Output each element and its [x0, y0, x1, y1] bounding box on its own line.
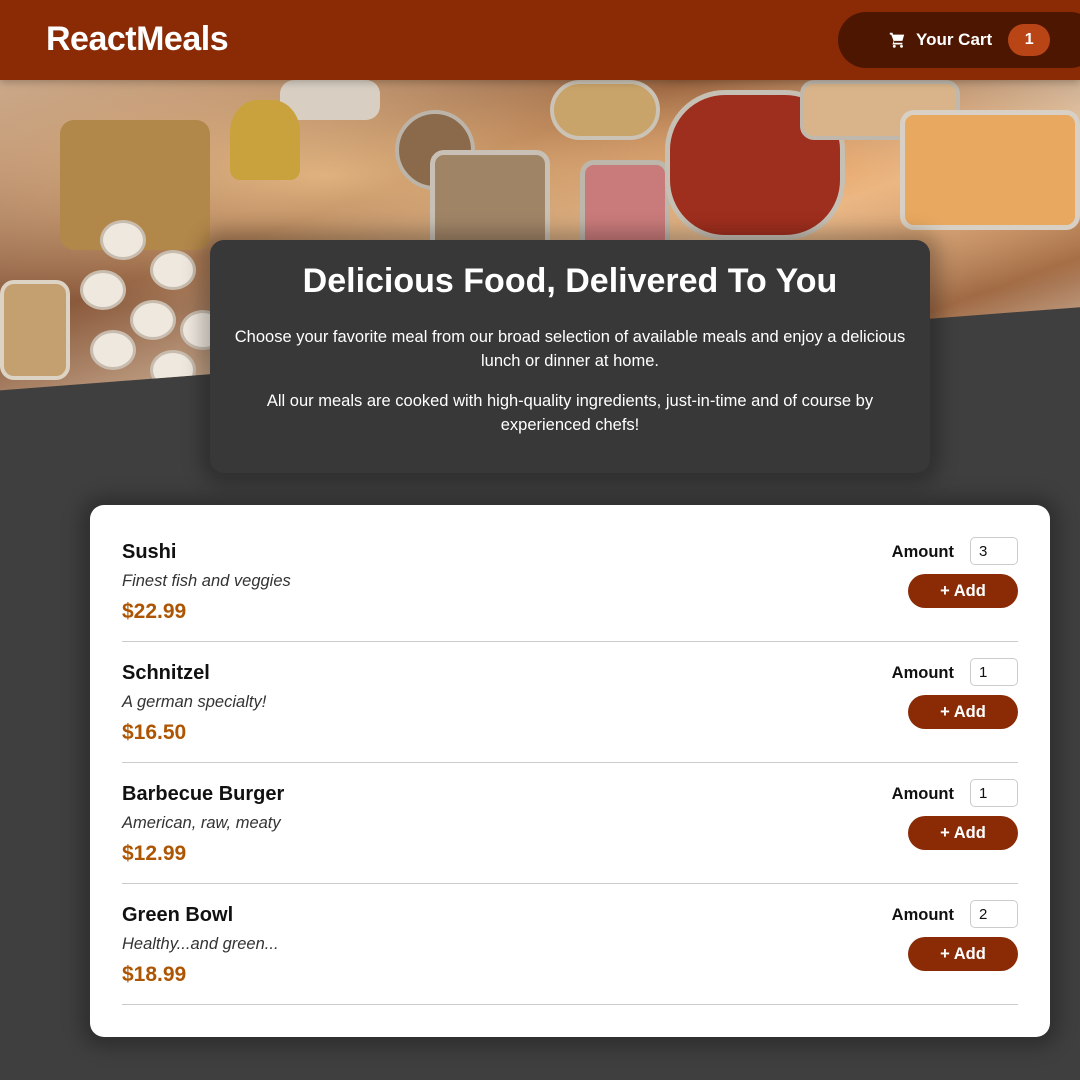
cart-icon [888, 31, 906, 49]
meal-price: $22.99 [122, 600, 187, 623]
add-button[interactable]: + Add [908, 574, 1018, 608]
cart-label: Your Cart [916, 30, 993, 49]
meals-list: Sushi Finest fish and veggies $22.99 Amo… [90, 505, 1050, 1037]
meal-description: American, raw, meaty [122, 814, 281, 832]
amount-input[interactable] [970, 779, 1018, 807]
add-button[interactable]: + Add [908, 937, 1018, 971]
meal-name: Green Bowl [122, 904, 234, 926]
summary-paragraph: All our meals are cooked with high-quali… [266, 392, 874, 434]
meal-item: Barbecue Burger American, raw, meaty $12… [122, 763, 1018, 884]
meal-price: $16.50 [122, 721, 187, 744]
amount-label: Amount [891, 543, 954, 561]
meal-description: Finest fish and veggies [122, 572, 291, 590]
summary-paragraph: Choose your favorite meal from our broad… [234, 328, 906, 370]
brand-title: ReactMeals [46, 20, 229, 58]
amount-label: Amount [891, 785, 954, 803]
add-button[interactable]: + Add [908, 816, 1018, 850]
summary-title: Delicious Food, Delivered To You [302, 262, 838, 300]
amount-label: Amount [891, 906, 954, 924]
summary-card: Delicious Food, Delivered To You Choose … [210, 240, 930, 473]
add-button[interactable]: + Add [908, 695, 1018, 729]
amount-label: Amount [891, 664, 954, 682]
amount-input[interactable] [970, 900, 1018, 928]
amount-input[interactable] [970, 658, 1018, 686]
meal-item: Schnitzel A german specialty! $16.50 Amo… [122, 642, 1018, 763]
amount-input[interactable] [970, 537, 1018, 565]
meal-item: Sushi Finest fish and veggies $22.99 Amo… [122, 521, 1018, 642]
cart-badge: 1 [1008, 24, 1051, 56]
meal-description: A german specialty! [122, 693, 267, 711]
meal-price: $12.99 [122, 842, 187, 865]
meal-name: Barbecue Burger [122, 783, 285, 805]
page: ReactMeals Your Cart 1 Delicious Food, D… [0, 0, 1080, 1080]
meal-name: Sushi [122, 541, 177, 563]
meal-item: Green Bowl Healthy...and green... $18.99… [122, 884, 1018, 1005]
meal-price: $18.99 [122, 963, 187, 986]
meal-description: Healthy...and green... [122, 935, 279, 953]
header: ReactMeals Your Cart 1 [0, 0, 1080, 80]
cart-button[interactable]: Your Cart 1 [838, 12, 1080, 68]
meal-name: Schnitzel [122, 662, 210, 684]
